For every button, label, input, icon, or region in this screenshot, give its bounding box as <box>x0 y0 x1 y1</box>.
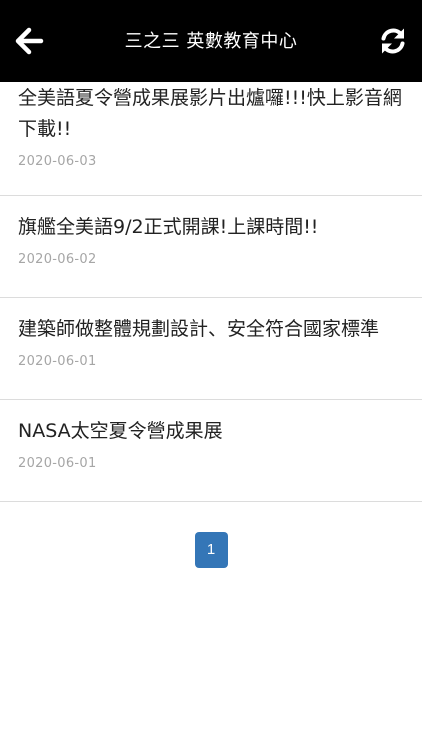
article-item[interactable]: 建築師做整體規劃設計、安全符合國家標準 2020-06-01 <box>0 298 422 400</box>
article-item[interactable]: NASA太空夏令營成果展 2020-06-01 <box>0 400 422 502</box>
article-item[interactable]: 全美語夏令營成果展影片出爐囉!!!快上影音網下載!! 2020-06-03 <box>0 67 422 196</box>
arrow-left-icon <box>15 27 44 55</box>
pagination: 1 <box>0 532 422 568</box>
page-button-1[interactable]: 1 <box>194 532 228 568</box>
article-date: 2020-06-03 <box>18 154 97 169</box>
article-title: 建築師做整體規劃設計、安全符合國家標準 <box>18 318 380 340</box>
refresh-button[interactable] <box>378 26 408 56</box>
back-button[interactable] <box>14 26 44 56</box>
article-title: 旗艦全美語9/2正式開課!上課時間!! <box>18 216 319 238</box>
article-list: 全美語夏令營成果展影片出爐囉!!!快上影音網下載!! 2020-06-03 旗艦… <box>0 67 422 502</box>
article-date: 2020-06-01 <box>18 456 97 471</box>
article-title: 全美語夏令營成果展影片出爐囉!!!快上影音網下載!! <box>18 87 402 140</box>
article-item[interactable]: 旗艦全美語9/2正式開課!上課時間!! 2020-06-02 <box>0 196 422 298</box>
refresh-icon <box>381 28 405 54</box>
article-date: 2020-06-01 <box>18 354 97 369</box>
article-date: 2020-06-02 <box>18 252 97 267</box>
article-title: NASA太空夏令營成果展 <box>18 420 223 442</box>
